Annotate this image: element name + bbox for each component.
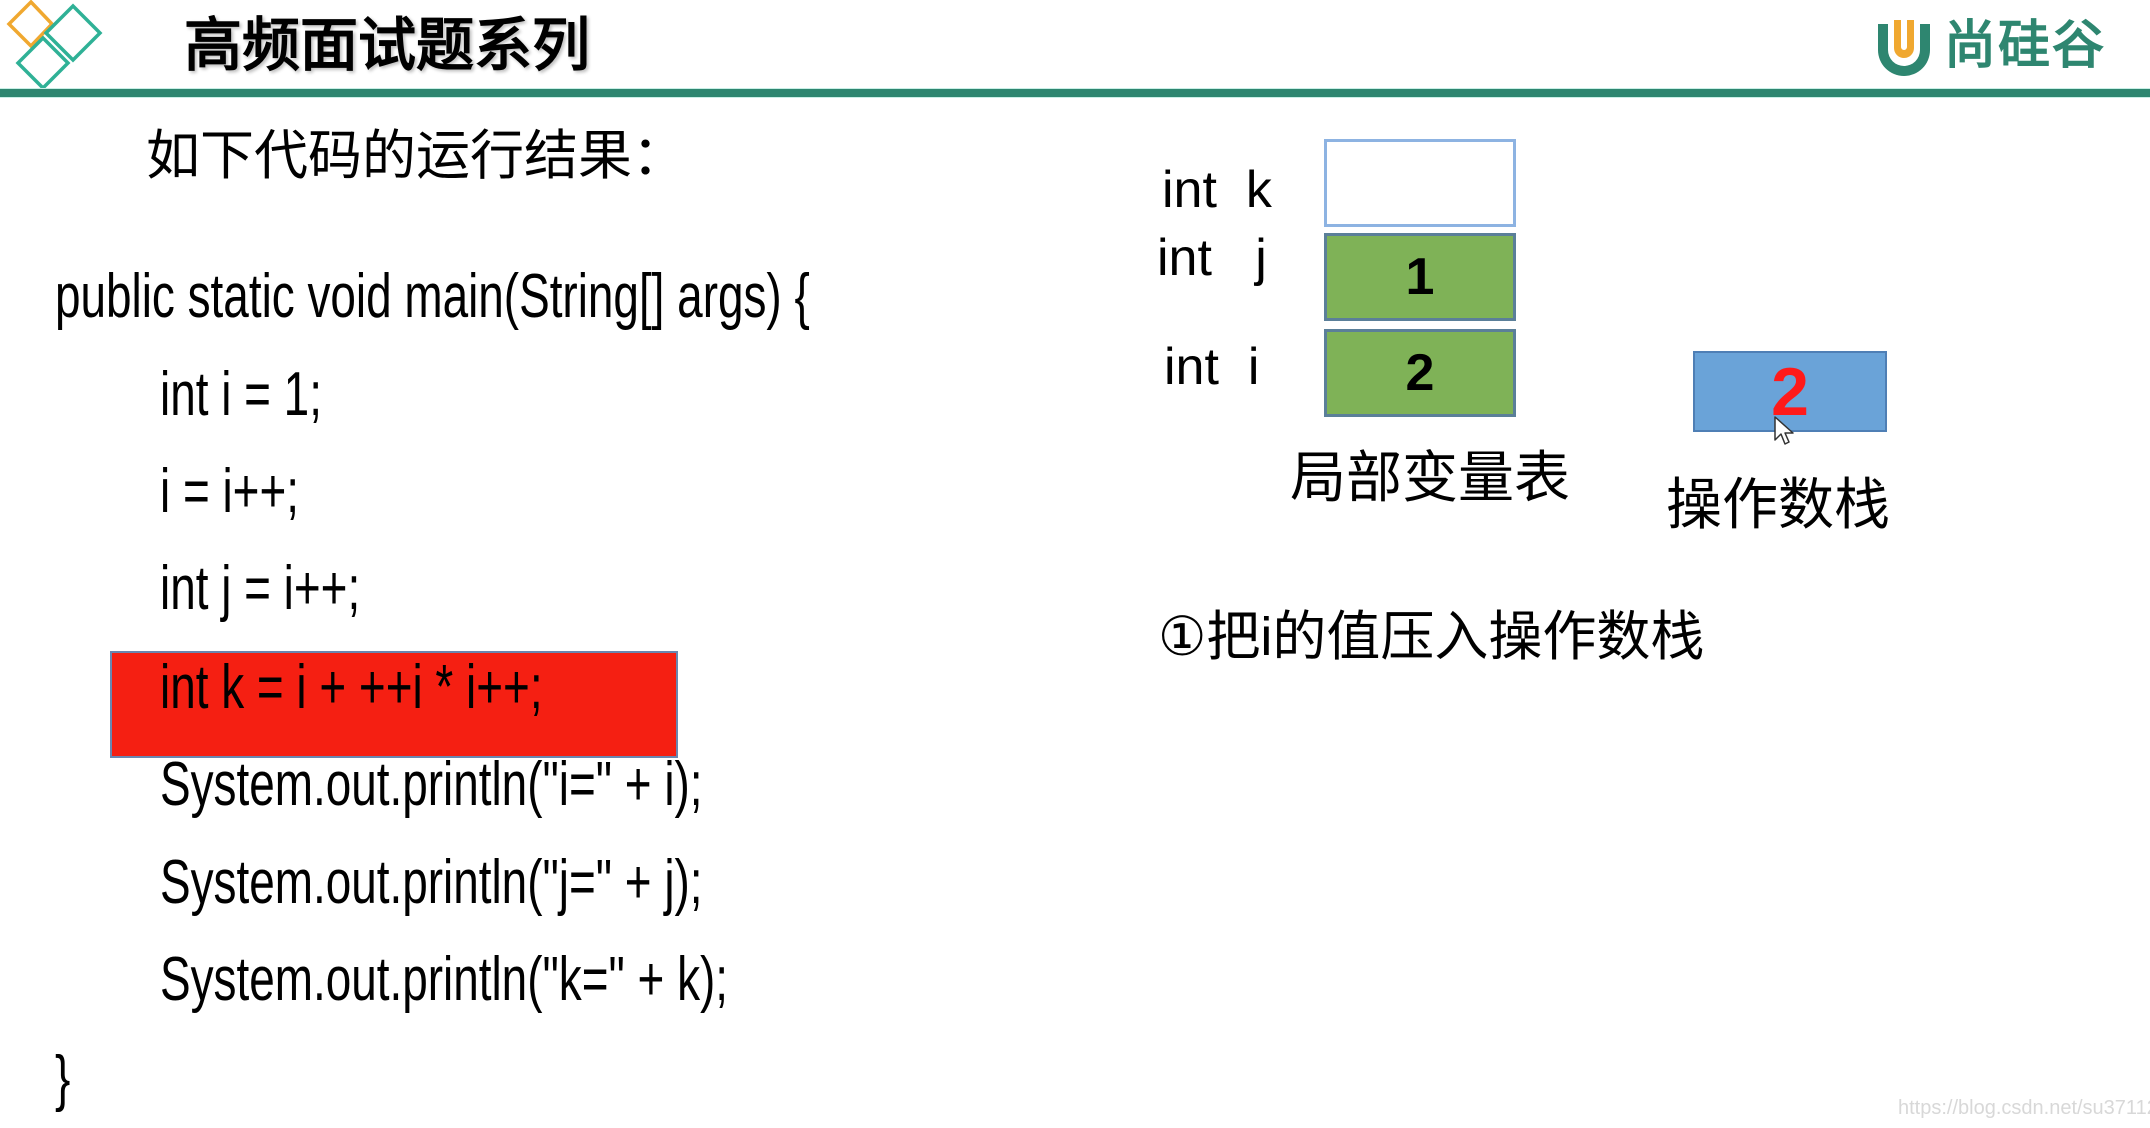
local-var-slot-i: 2 bbox=[1324, 329, 1516, 417]
question-heading: 如下代码的运行结果： bbox=[146, 126, 686, 186]
operand-stack-caption: 操作数栈 bbox=[1666, 473, 1890, 536]
watermark: https://blog.csdn.net/su371128017 bbox=[1898, 1097, 2150, 1119]
brand-name: 尚硅谷 bbox=[1944, 17, 2107, 75]
var-label-i: int i bbox=[1164, 338, 1260, 396]
mouse-pointer-icon bbox=[1774, 416, 1794, 445]
slide-title: 高频面试题系列 bbox=[184, 13, 591, 78]
code-line: public static void main(String[] args) { bbox=[55, 262, 810, 331]
code-line: i = i++; bbox=[160, 457, 300, 526]
header-divider bbox=[0, 89, 2150, 97]
code-line: int i = 1; bbox=[160, 360, 322, 429]
local-var-slot-j: 1 bbox=[1324, 233, 1516, 321]
local-var-slot-k bbox=[1324, 139, 1516, 227]
code-line: System.out.println("k=" + k); bbox=[160, 945, 729, 1014]
code-line: System.out.println("i=" + i); bbox=[160, 750, 703, 819]
decorative-diamonds-logo bbox=[6, 0, 103, 91]
code-line: } bbox=[55, 1044, 71, 1113]
brand-u-icon bbox=[1878, 20, 1930, 76]
var-label-k: int k bbox=[1162, 161, 1272, 219]
step-description: ①把i的值压入操作数栈 bbox=[1158, 607, 1705, 667]
var-label-j: int j bbox=[1157, 229, 1267, 287]
code-line-highlighted: int k = i + ++i * i++; bbox=[160, 653, 543, 722]
local-variable-table-caption: 局部变量表 bbox=[1290, 446, 1570, 509]
code-line: System.out.println("j=" + j); bbox=[160, 848, 703, 917]
code-line: int j = i++; bbox=[160, 554, 361, 623]
teal-diamond-icon bbox=[43, 3, 103, 63]
